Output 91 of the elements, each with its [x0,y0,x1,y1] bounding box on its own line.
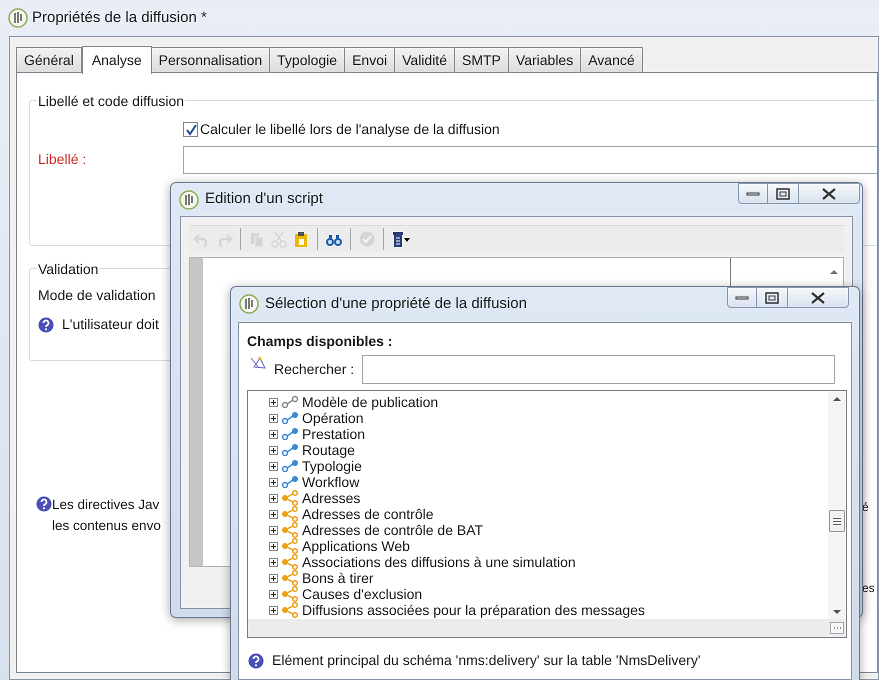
link-icon [281,411,299,425]
window-title: Sélection d'une propriété de la diffusion [265,294,527,314]
tree-item[interactable]: Associations des diffusions à une simulation [302,554,576,570]
tree-item[interactable]: Workflow [302,474,360,490]
tab[interactable]: Typologie [270,47,346,73]
help-text: L'utilisateur doit [62,315,159,334]
section-heading: Champs disponibles : [247,332,394,351]
expand-icon[interactable] [269,398,278,406]
tab[interactable]: Envoi [345,47,396,73]
tree-item[interactable]: Adresses de contrôle [302,506,434,522]
maximize-button[interactable] [768,183,798,204]
scroll-down-arrow-icon[interactable] [832,607,842,617]
collection-link-icon [281,506,299,522]
expand-icon[interactable] [269,510,278,518]
minimize-icon [746,192,760,196]
scrollbar[interactable] [828,391,846,619]
help-icon [36,496,52,512]
expand-icon[interactable] [269,446,278,454]
link-icon [281,395,299,409]
minimize-button[interactable] [738,183,768,204]
expand-icon[interactable] [269,590,278,598]
tab[interactable]: Validité [395,47,455,73]
app-logo-icon [8,8,28,28]
tab[interactable]: Général [16,47,82,73]
collection-link-icon [281,554,299,570]
tree-item[interactable]: Typologie [302,458,362,474]
tree-item[interactable]: Prestation [302,426,366,442]
help-text: Elément principal du schéma 'nms:delivery' sur la table 'NmsDelivery' [272,651,701,670]
tab[interactable]: Variables [508,47,582,73]
collection-link-icon [281,538,299,554]
label-input-field[interactable] [183,146,877,174]
link-icon [281,427,299,441]
tree-item[interactable]: Opération [302,410,364,426]
field-label: Mode de validation [38,286,156,305]
expand-icon[interactable] [269,574,278,582]
document-menu-icon[interactable] [391,229,413,249]
tab[interactable]: Analyse [82,46,152,74]
collection-link-icon [281,570,299,586]
expand-icon[interactable] [269,478,278,486]
tab[interactable]: SMTP [455,47,509,73]
tree-item[interactable]: Modèle de publication [302,394,438,410]
expand-icon[interactable] [269,430,278,438]
filter-wand-icon [250,356,266,370]
field-label: Rechercher : [274,360,354,379]
close-button[interactable] [798,183,860,204]
tree-item[interactable]: Adresses [302,490,360,506]
field-label: Libellé : [38,150,86,169]
tree-item[interactable]: Routage [302,442,355,458]
expand-icon[interactable] [269,558,278,566]
tab[interactable]: Avancé [581,47,643,73]
checkbox-label: Calculer le libellé lors de l'analyse de la diffusion [200,120,500,139]
minimize-button[interactable] [727,287,757,308]
close-icon [821,188,837,200]
tab[interactable]: Personnalisation [152,47,270,73]
maximize-icon [776,188,790,200]
tree-item[interactable]: Adresses de contrôle de BAT [302,522,484,538]
expand-icon[interactable] [269,462,278,470]
tree-item[interactable]: Applications Web [302,538,410,554]
window-title: Edition d'un script [205,189,323,210]
collection-link-icon [281,586,299,602]
tree-item[interactable]: Diffusions associées pour la préparation des messages [302,602,645,618]
expand-icon[interactable] [269,494,278,502]
help-icon [248,652,264,668]
tree-item[interactable]: Bons à tirer [302,570,374,586]
expand-icon[interactable] [269,542,278,550]
collection-link-icon [281,490,299,506]
collection-link-icon [281,602,299,618]
expand-icon[interactable] [269,606,278,614]
app-logo-icon [179,190,199,210]
window-title: Propriétés de la diffusion * [32,8,207,28]
close-button[interactable] [787,287,849,308]
help-text: les contenus envo [52,517,161,535]
link-icon [281,459,299,473]
maximize-button[interactable] [757,287,787,308]
maximize-icon [765,292,779,304]
minimize-icon [735,296,749,300]
help-icon [38,316,54,332]
link-icon [281,475,299,489]
expand-icon[interactable] [269,414,278,422]
checkbox[interactable] [183,122,198,137]
cut-off-text: es [862,580,875,597]
close-icon [810,292,826,304]
clipboard-icon[interactable] [292,229,310,249]
app-logo-icon [239,294,259,314]
expand-icon[interactable] [269,526,278,534]
collection-link-icon [281,522,299,538]
scrollbar-thumb[interactable] [829,510,845,532]
search-field[interactable] [362,355,835,384]
help-text: Les directives Jav [52,496,160,514]
tree-item[interactable]: Causes d'exclusion [302,586,422,602]
link-icon [281,443,299,457]
